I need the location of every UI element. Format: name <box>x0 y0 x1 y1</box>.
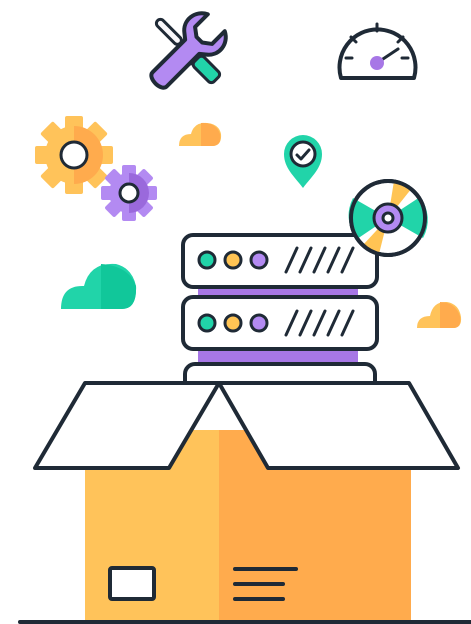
illustration-canvas <box>18 11 471 624</box>
server-rack-icon <box>181 233 379 383</box>
speedometer-icon <box>337 22 418 80</box>
gear-icon <box>101 165 157 221</box>
wrench-screwdriver-icon <box>149 11 228 90</box>
disc-icon <box>348 179 428 257</box>
illustration-stage <box>0 0 471 624</box>
cloud-icon <box>417 301 462 328</box>
shipping-box-icon <box>18 381 471 624</box>
cloud-icon <box>179 122 222 146</box>
gear-icon <box>35 116 113 194</box>
server-unit <box>181 233 379 289</box>
server-unit <box>181 295 379 351</box>
cloud-icon <box>61 263 137 309</box>
location-check-icon <box>284 135 322 188</box>
